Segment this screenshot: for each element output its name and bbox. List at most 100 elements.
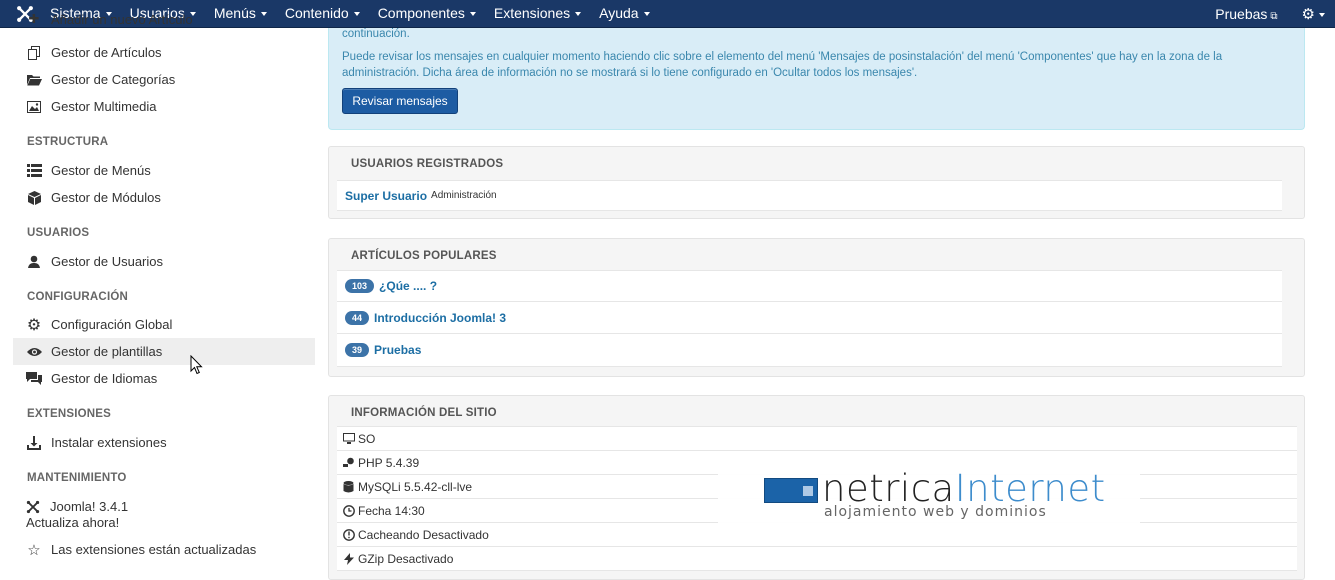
sidebar-item-menus[interactable]: Gestor de Menús: [13, 157, 315, 184]
database-icon: [342, 480, 355, 493]
sidebar-item-label: Gestor de Idiomas: [51, 371, 158, 386]
download-icon: [26, 435, 42, 451]
info-value: MySQLi 5.5.42-cll-lve: [358, 479, 473, 494]
flash-icon: [342, 552, 355, 565]
section-heading-mantenimiento: MANTENIMIENTO: [27, 472, 127, 484]
section-heading-extensiones: EXTENSIONES: [27, 408, 111, 420]
sidebar-item-label: Gestor de Categorías: [51, 72, 176, 87]
user-settings-menu[interactable]: ⚙: [1302, 5, 1325, 23]
section-heading-estructura: ESTRUCTURA: [27, 136, 109, 148]
copy-icon: [26, 45, 42, 61]
comments-icon: [26, 371, 42, 387]
review-messages-button[interactable]: Revisar mensajes: [342, 88, 458, 114]
registered-users-panel: USUARIOS REGISTRADOS Super Usuario Admin…: [328, 146, 1305, 219]
sidebar-item-label: Las extensiones están actualizadas: [51, 542, 257, 557]
info-value: Fecha 14:30: [358, 503, 425, 518]
info-value: GZip Desactivado: [358, 551, 454, 566]
sidebar-item-new-article[interactable]: ✚ Añadir un nuevo Artículo: [13, 14, 315, 32]
sidebar-item-extension-status[interactable]: ☆ Las extensiones están actualizadas: [13, 536, 315, 563]
sidebar-item-label: Gestor de Menús: [51, 163, 151, 178]
sidebar-item-label: Instalar extensiones: [51, 435, 167, 450]
sidebar-item-media[interactable]: Gestor Multimedia: [13, 93, 315, 120]
plus-icon: ✚: [28, 14, 40, 26]
popular-articles-panel: ARTÍCULOS POPULARES 103 ¿Qúe .... ? 44 I…: [328, 238, 1305, 377]
info-value: PHP 5.4.39: [358, 455, 420, 470]
sidebar-item-templates[interactable]: Gestor de plantillas: [13, 338, 315, 365]
user-link[interactable]: Super Usuario: [345, 189, 427, 203]
table-row: 44 Introducción Joomla! 3: [337, 302, 1282, 334]
star-outline-icon: ☆: [27, 541, 41, 559]
joomla-icon: [26, 500, 40, 514]
section-heading-configuracion: CONFIGURACIÓN: [27, 291, 128, 303]
joomla-version: Joomla! 3.4.1: [50, 499, 129, 514]
user-area: Administración: [431, 190, 497, 201]
topbar-right: Pruebas ⧉ ⚙: [1215, 0, 1335, 28]
sidebar-item-label: Configuración Global: [51, 317, 173, 332]
menu-label: Extensiones: [493, 5, 571, 21]
netrica-logo-icon: [764, 478, 818, 503]
sidebar-item-label: Gestor de Módulos: [51, 190, 161, 205]
sidebar-item-install-extensions[interactable]: Instalar extensiones: [13, 429, 315, 456]
netrica-watermark: netricaInternet alojamiento web y domini…: [718, 463, 1140, 529]
clock-icon: [342, 504, 355, 517]
menu-ayuda[interactable]: Ayuda: [590, 0, 658, 28]
table-row: SO: [337, 426, 1297, 451]
table-row: 103 ¿Qúe .... ?: [337, 270, 1282, 302]
sidebar-item-articles[interactable]: Gestor de Artículos: [13, 39, 315, 66]
sidebar-item-languages[interactable]: Gestor de Idiomas: [13, 365, 315, 392]
sidebar-item-categories[interactable]: Gestor de Categorías: [13, 66, 315, 93]
caret-down-icon: [643, 12, 650, 17]
list-icon: [26, 163, 42, 179]
caret-down-icon: [469, 12, 476, 17]
table-row: 39 Pruebas: [337, 334, 1282, 367]
update-now-link[interactable]: Actualiza ahora!: [26, 515, 128, 531]
mouse-pointer-icon: [190, 355, 203, 375]
sidebar-item-label: Gestor de plantillas: [51, 344, 163, 359]
article-link[interactable]: Introducción Joomla! 3: [374, 311, 506, 325]
user-icon: [26, 254, 42, 270]
table-row: GZip Desactivado: [337, 547, 1297, 571]
table-row: Super Usuario Administración: [337, 180, 1282, 211]
sidebar-item-label: Añadir un nuevo Artículo: [51, 14, 193, 27]
menu-componentes[interactable]: Componentes: [369, 0, 485, 28]
gear-icon: ⚙: [26, 316, 42, 334]
sidebar-item-joomla-update[interactable]: Joomla! 3.4.1 Actualiza ahora!: [26, 499, 128, 531]
alert-text-cut: continuación.: [342, 28, 410, 40]
eye-icon: [26, 344, 42, 360]
caret-down-icon: [353, 12, 360, 17]
sidebar-item-users[interactable]: Gestor de Usuarios: [13, 248, 315, 275]
post-install-alert: continuación. Puede revisar los mensajes…: [328, 28, 1305, 130]
panel-title: ARTÍCULOS POPULARES: [351, 250, 497, 262]
menu-label: Ayuda: [599, 5, 639, 21]
gear-icon: ⚙: [1301, 6, 1315, 23]
panel-title: INFORMACIÓN DEL SITIO: [351, 407, 497, 419]
info-value: Cacheando Desactivado: [358, 527, 489, 542]
panel-title: USUARIOS REGISTRADOS: [351, 158, 504, 170]
article-link[interactable]: Pruebas: [374, 343, 421, 357]
hits-badge: 103: [345, 279, 375, 293]
folder-icon: [26, 72, 42, 88]
desktop-icon: [342, 433, 355, 444]
menu-label: Componentes: [377, 5, 465, 21]
watermark-tagline: alojamiento web y dominios: [824, 504, 1047, 520]
external-link-icon: ⧉: [1270, 11, 1278, 22]
hits-badge: 44: [345, 310, 370, 325]
article-link[interactable]: ¿Qúe .... ?: [379, 279, 437, 293]
sidebar-item-modules[interactable]: Gestor de Módulos: [13, 184, 315, 211]
alert-text: Puede revisar los mensajes en cualquier …: [342, 51, 1223, 79]
info-value: SO: [358, 431, 376, 446]
menu-extensiones[interactable]: Extensiones: [485, 0, 590, 28]
sidebar-item-label: Gestor de Artículos: [51, 45, 162, 60]
view-site-link[interactable]: Pruebas ⧉: [1215, 6, 1277, 22]
site-link-label: Pruebas: [1215, 6, 1268, 22]
cache-icon: [342, 528, 355, 541]
caret-down-icon: [575, 12, 582, 17]
sidebar: ✚ Añadir un nuevo Artículo Gestor de Artí…: [0, 14, 320, 569]
sidebar-item-global-config[interactable]: ⚙ Configuración Global: [13, 311, 315, 338]
php-icon: [342, 457, 355, 468]
cube-icon: [26, 190, 42, 206]
caret-down-icon: [1319, 13, 1325, 18]
image-icon: [26, 99, 42, 115]
hits-badge: 39: [345, 343, 370, 357]
sidebar-item-label: Gestor de Usuarios: [51, 254, 163, 269]
